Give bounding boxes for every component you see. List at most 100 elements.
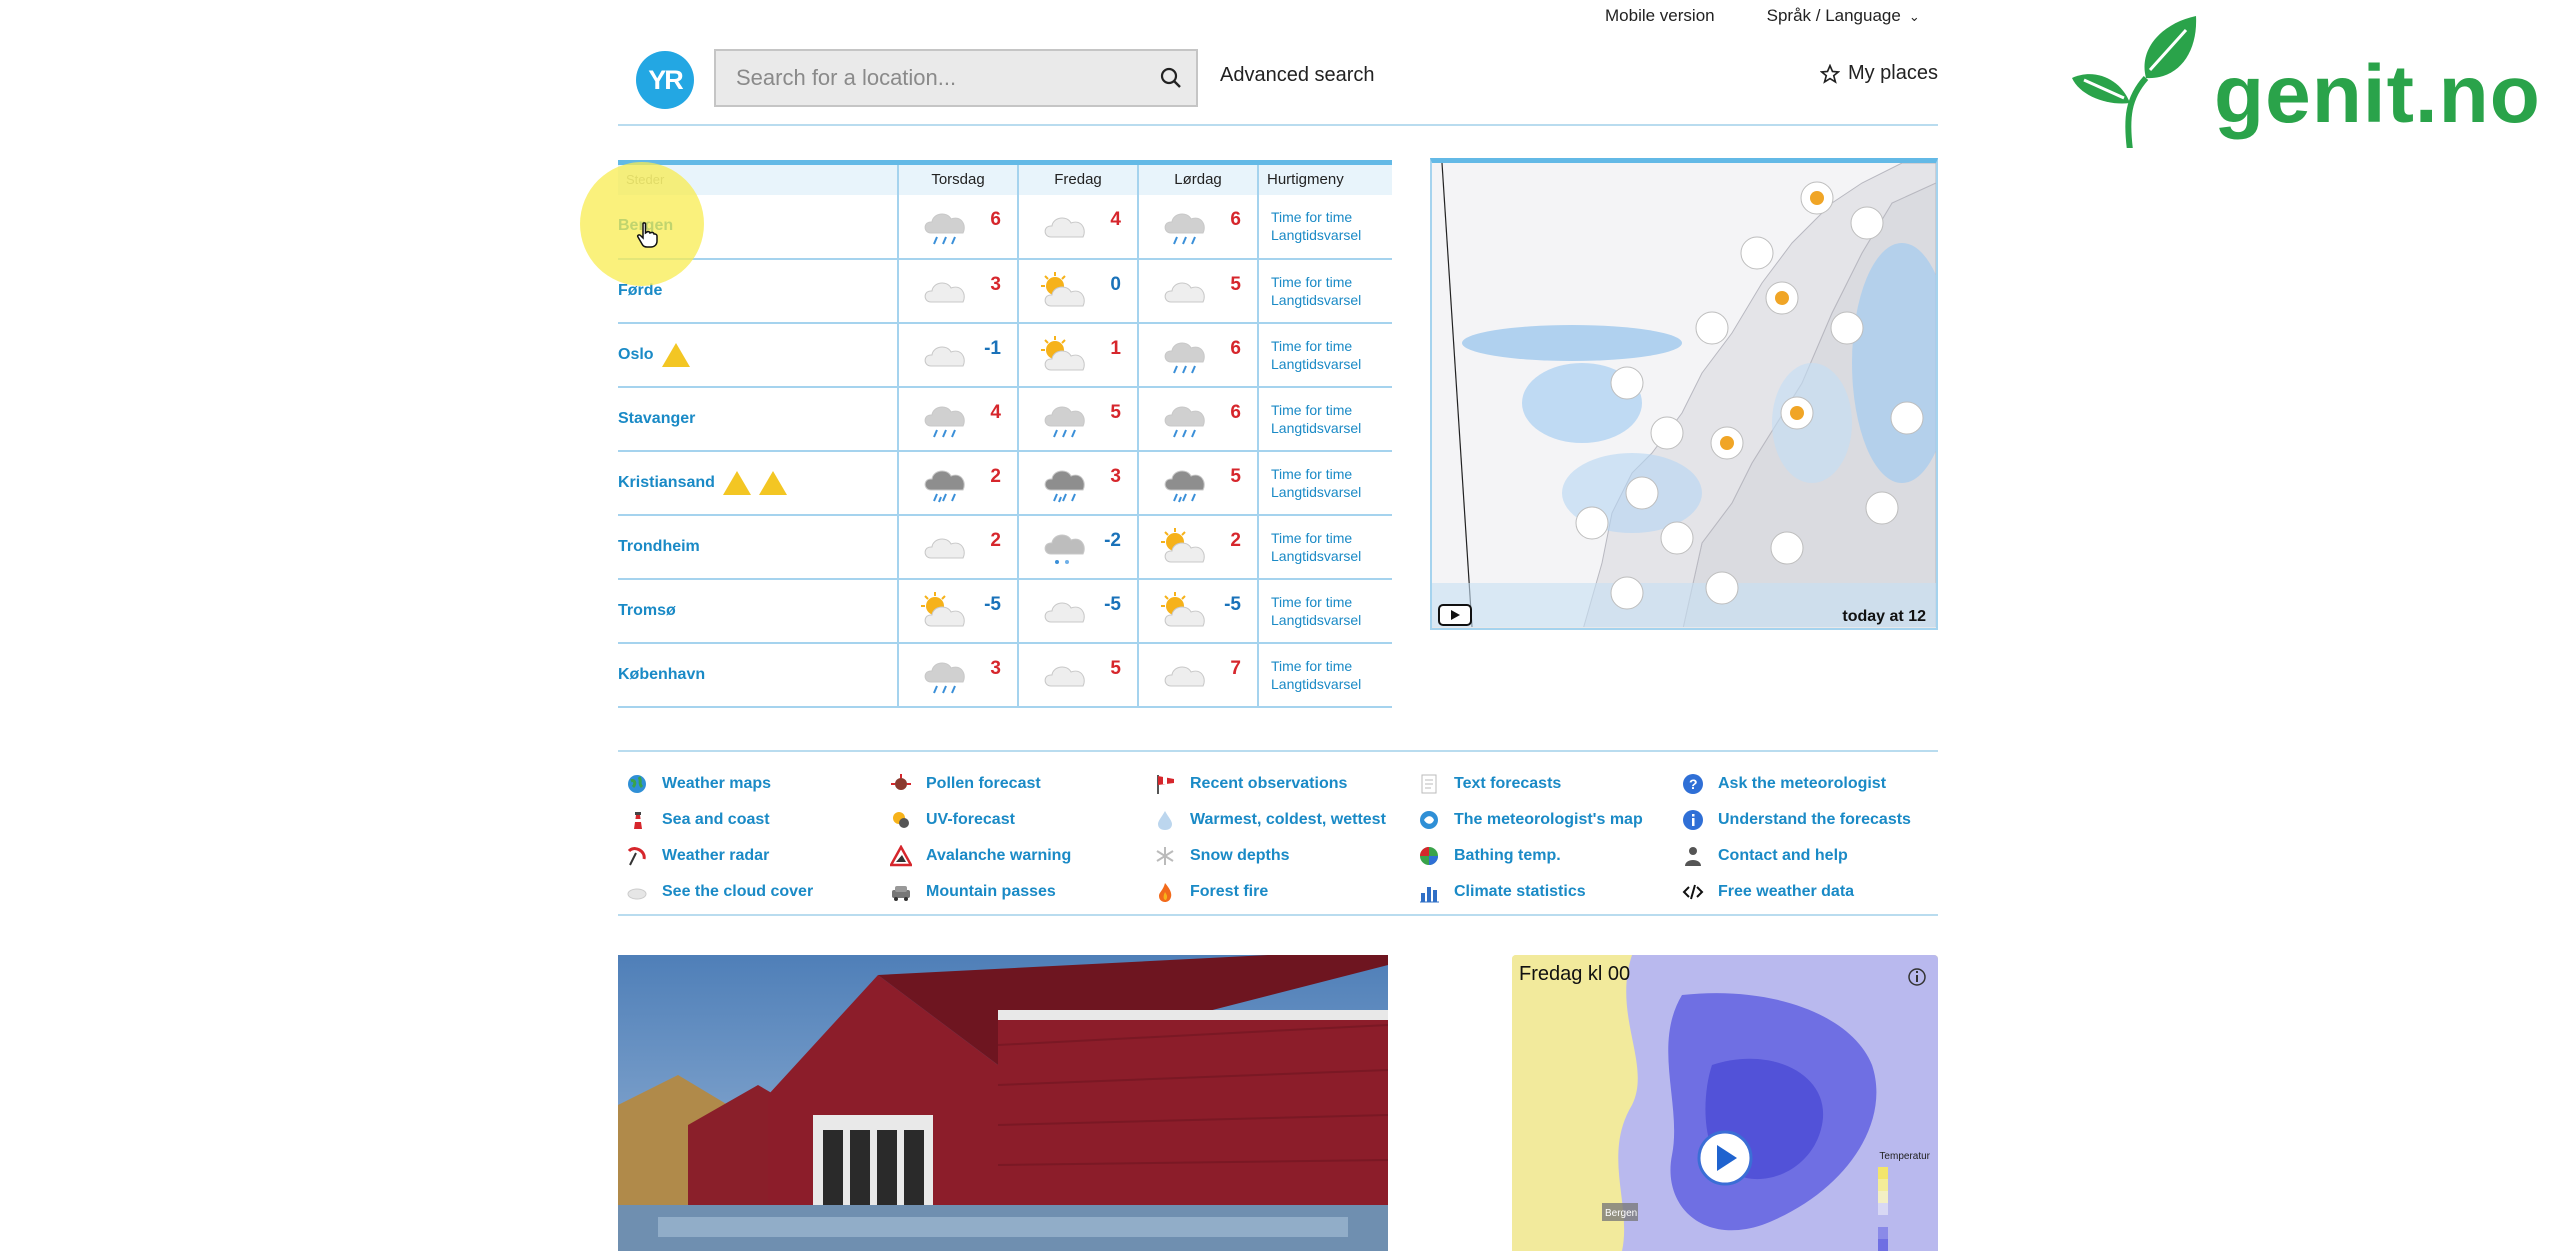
- forecast-cell[interactable]: -5: [897, 578, 1018, 644]
- longterm-link[interactable]: Langtidsvarsel: [1271, 547, 1392, 565]
- forecast-cell[interactable]: 1: [1017, 322, 1138, 388]
- avalanche-icon: [890, 845, 912, 867]
- quick-link[interactable]: Understand the forecasts: [1674, 802, 1938, 838]
- city-link[interactable]: Bergen: [618, 217, 673, 235]
- hourly-link[interactable]: Time for time: [1271, 273, 1392, 291]
- search-input[interactable]: [716, 51, 1146, 105]
- forecast-cell[interactable]: 5: [1017, 642, 1138, 708]
- hourly-link[interactable]: Time for time: [1271, 337, 1392, 355]
- forecast-cell[interactable]: 5: [1017, 386, 1138, 452]
- forecast-cell[interactable]: 5: [1137, 450, 1258, 516]
- forecast-cell[interactable]: 4: [1017, 194, 1138, 260]
- forecast-cell[interactable]: -1: [897, 322, 1018, 388]
- quick-link[interactable]: Snow depths: [1146, 838, 1410, 874]
- play-icon[interactable]: [1438, 604, 1472, 626]
- forecast-cell[interactable]: 6: [1137, 322, 1258, 388]
- hourly-link[interactable]: Time for time: [1271, 529, 1392, 547]
- svg-text:?: ?: [1689, 776, 1698, 792]
- site-header: YR Advanced search My places: [618, 46, 1938, 126]
- quick-link[interactable]: UV-forecast: [882, 802, 1146, 838]
- temperature: 6: [1230, 208, 1241, 230]
- col-header-quickmenu: Hurtigmeny: [1257, 160, 1392, 195]
- rain-weather-icon: [924, 406, 965, 437]
- warning-icon[interactable]: [661, 342, 690, 367]
- quick-link[interactable]: Pollen forecast: [882, 766, 1146, 802]
- quickmenu-cell: Time for time Langtidsvarsel: [1257, 514, 1392, 580]
- city-link[interactable]: Kristiansand: [618, 470, 787, 495]
- forecast-cell[interactable]: 2: [897, 514, 1018, 580]
- longterm-link[interactable]: Langtidsvarsel: [1271, 291, 1392, 309]
- mobile-version-link[interactable]: Mobile version: [1605, 6, 1715, 26]
- quick-link[interactable]: Contact and help: [1674, 838, 1938, 874]
- quick-link[interactable]: Forest fire: [1146, 874, 1410, 910]
- forecast-cell[interactable]: 3: [897, 642, 1018, 708]
- my-places-link[interactable]: My places: [1819, 62, 1938, 85]
- forecast-cell[interactable]: 3: [897, 258, 1018, 324]
- forecast-cell[interactable]: -2: [1017, 514, 1138, 580]
- forecast-cell[interactable]: 6: [897, 194, 1018, 260]
- hourly-link[interactable]: Time for time: [1271, 465, 1392, 483]
- temperature-map[interactable]: Bergen Fredag kl 00 Temperatur: [1512, 955, 1938, 1251]
- quick-link[interactable]: Climate statistics: [1410, 874, 1674, 910]
- city-link[interactable]: Trondheim: [618, 538, 700, 556]
- hourly-link[interactable]: Time for time: [1271, 208, 1392, 226]
- hourly-link[interactable]: Time for time: [1271, 401, 1392, 419]
- quick-link-label: Snow depths: [1190, 847, 1290, 864]
- city-link[interactable]: Stavanger: [618, 410, 695, 428]
- city-link[interactable]: Oslo: [618, 342, 690, 367]
- quick-link[interactable]: Recent observations: [1146, 766, 1410, 802]
- temperature: -1: [984, 337, 1001, 359]
- city-link[interactable]: København: [618, 666, 705, 684]
- quick-link[interactable]: Text forecasts: [1410, 766, 1674, 802]
- quick-link[interactable]: Warmest, coldest, wettest: [1146, 802, 1410, 838]
- quick-link[interactable]: See the cloud cover: [618, 874, 882, 910]
- quick-link[interactable]: Weather radar: [618, 838, 882, 874]
- hourly-link[interactable]: Time for time: [1271, 593, 1392, 611]
- forecast-cell[interactable]: 3: [1017, 450, 1138, 516]
- longterm-link[interactable]: Langtidsvarsel: [1271, 355, 1392, 373]
- quick-link[interactable]: Avalanche warning: [882, 838, 1146, 874]
- longterm-link[interactable]: Langtidsvarsel: [1271, 675, 1392, 693]
- quick-link-label: Ask the meteorologist: [1718, 775, 1887, 792]
- forecast-cell[interactable]: 2: [1137, 514, 1258, 580]
- quick-link[interactable]: Weather maps: [618, 766, 882, 802]
- forecast-cell[interactable]: 7: [1137, 642, 1258, 708]
- quick-link-label: Mountain passes: [926, 883, 1056, 900]
- forecast-cell[interactable]: 6: [1137, 386, 1258, 452]
- quick-link[interactable]: Free weather data: [1674, 874, 1938, 910]
- warning-icon[interactable]: [758, 470, 787, 495]
- forecast-cell[interactable]: -5: [1137, 578, 1258, 644]
- forecast-cell[interactable]: 4: [897, 386, 1018, 452]
- quick-link[interactable]: Sea and coast: [618, 802, 882, 838]
- rain-weather-icon: [1164, 213, 1205, 244]
- search-icon[interactable]: [1146, 66, 1196, 90]
- temperature: 4: [990, 401, 1001, 423]
- forecast-cell[interactable]: -5: [1017, 578, 1138, 644]
- longterm-link[interactable]: Langtidsvarsel: [1271, 611, 1392, 629]
- longterm-link[interactable]: Langtidsvarsel: [1271, 483, 1392, 501]
- link-grid: Weather maps Sea and coast Weather radar Se…: [618, 750, 1938, 916]
- quick-link[interactable]: Mountain passes: [882, 874, 1146, 910]
- quick-link[interactable]: The meteorologist's map: [1410, 802, 1674, 838]
- forecast-cell[interactable]: 6: [1137, 194, 1258, 260]
- forecast-cell[interactable]: 2: [897, 450, 1018, 516]
- language-selector[interactable]: Språk / Language ⌄: [1767, 6, 1920, 26]
- forecast-cell[interactable]: 5: [1137, 258, 1258, 324]
- city-link[interactable]: Førde: [618, 282, 662, 300]
- longterm-link[interactable]: Langtidsvarsel: [1271, 226, 1392, 244]
- weather-radar-map[interactable]: today at 12: [1430, 158, 1938, 630]
- advanced-search-link[interactable]: Advanced search: [1220, 64, 1375, 87]
- quick-link[interactable]: Bathing temp.: [1410, 838, 1674, 874]
- sun-cloud-weather-icon: [1161, 527, 1205, 562]
- hourly-link[interactable]: Time for time: [1271, 657, 1392, 675]
- longterm-link[interactable]: Langtidsvarsel: [1271, 419, 1392, 437]
- forecast-cell[interactable]: 0: [1017, 258, 1138, 324]
- sun-cloud-weather-icon: [1041, 335, 1085, 370]
- quick-link[interactable]: ? Ask the meteorologist: [1674, 766, 1938, 802]
- city-link[interactable]: Tromsø: [618, 602, 676, 620]
- city-cell: Førde: [618, 258, 898, 324]
- news-photo[interactable]: [618, 955, 1388, 1251]
- yr-logo[interactable]: YR: [636, 51, 694, 109]
- warning-icon[interactable]: [722, 470, 751, 495]
- temperature: 6: [1230, 401, 1241, 423]
